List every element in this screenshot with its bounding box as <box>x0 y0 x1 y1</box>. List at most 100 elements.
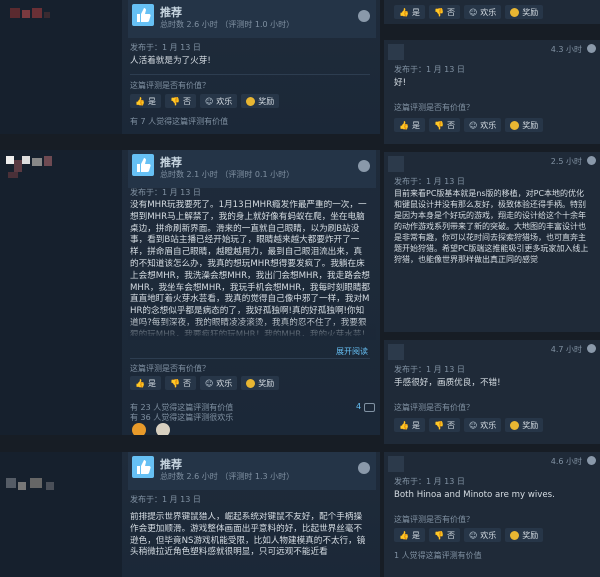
comment-count[interactable]: 4 <box>356 402 361 411</box>
vote-no-button[interactable]: 👎 否 <box>164 94 196 108</box>
review-card: 推荐 总时数 2.6 小时 （评测时 1.0 小时） 发布于：1 月 13 日 … <box>0 0 380 134</box>
left-column: 推荐 总时数 2.6 小时 （评测时 1.0 小时） 发布于：1 月 13 日 … <box>0 0 380 577</box>
award-button[interactable]: 奖励 <box>241 376 280 390</box>
smile-icon: ☺ <box>468 120 478 130</box>
vote-no-button[interactable]: 👎 否 <box>428 528 460 542</box>
playtime: 总时数 2.6 小时 （评测时 1.3 小时） <box>160 472 295 481</box>
expand-link[interactable]: 展开阅读 <box>336 346 368 357</box>
review-card-compact: 👍 是 👎 否 ☺ 欢乐 奖励 <box>384 0 600 24</box>
thumbs-down-icon: 👎 <box>433 420 444 430</box>
recommendation-label: 推荐 <box>160 458 182 471</box>
thumbs-down-icon: 👎 <box>433 120 444 130</box>
vote-yes-button[interactable]: 👍 是 <box>394 418 425 432</box>
award-icon <box>246 96 256 106</box>
reviewer-panel[interactable] <box>0 452 122 577</box>
smile-icon: ☺ <box>468 530 478 540</box>
playtime: 总时数 2.6 小时 （评测时 1.0 小时） <box>160 20 295 29</box>
vote-funny-button[interactable]: ☺ 欢乐 <box>199 376 238 390</box>
helpful-question: 这篇评测是否有价值？ <box>394 403 474 412</box>
divider <box>130 74 370 75</box>
steam-icon <box>587 44 596 53</box>
recommendation-header[interactable]: 推荐 总时数 2.6 小时 （评测时 1.0 小时） <box>128 0 376 38</box>
award-button[interactable]: 奖励 <box>505 118 544 132</box>
avatar[interactable] <box>388 44 404 60</box>
award-icon <box>246 378 256 388</box>
review-text: 好! <box>394 78 407 88</box>
review-text: 目前来看PC版基本就是ns版的移植，对PC本地的优化和键鼠设计并没有那么友好，极… <box>394 189 589 264</box>
award-button[interactable]: 奖励 <box>505 418 544 432</box>
right-column: 👍 是 👎 否 ☺ 欢乐 奖励 4.3 小时 发布于：1 月 13 日 好! 这篇评测… <box>384 0 600 577</box>
thumbs-up-icon <box>132 456 154 478</box>
review-text: 没有MHR玩我要死了。1月13日MHR瘾发作最严重的一次，一想到MHR马上解禁了… <box>130 200 370 336</box>
recommendation-header[interactable]: 推荐 总时数 2.6 小时 （评测时 1.3 小时） <box>128 452 376 490</box>
steam-icon <box>358 462 370 474</box>
thumbs-up-icon <box>132 154 154 176</box>
playtime: 总时数 2.1 小时 （评测时 0.1 小时） <box>160 170 295 179</box>
recommendation-header[interactable]: 推荐 总时数 2.1 小时 （评测时 0.1 小时） <box>128 150 376 188</box>
helpful-count: 有 7 人觉得这篇评测有价值 <box>130 117 229 126</box>
award-icon <box>510 7 520 17</box>
smile-icon: ☺ <box>204 378 214 388</box>
award-button[interactable]: 奖励 <box>505 5 544 19</box>
thumbs-up-icon: 👍 <box>399 420 409 430</box>
playtime: 2.5 小时 <box>550 157 582 166</box>
vote-funny-button[interactable]: ☺ 欢乐 <box>463 528 502 542</box>
vote-buttons: 👍 是 👎 否 ☺ 欢乐 奖励 <box>130 94 280 108</box>
text-fade <box>128 318 376 340</box>
vote-yes-button[interactable]: 👍 是 <box>130 376 161 390</box>
steam-icon <box>587 456 596 465</box>
posted-date: 发布于：1 月 13 日 <box>130 188 201 197</box>
avatar[interactable] <box>388 344 404 360</box>
posted-date: 发布于：1 月 13 日 <box>394 477 465 486</box>
vote-buttons: 👍 是 👎 否 ☺ 欢乐 奖励 <box>394 118 544 132</box>
award-emoji-icon <box>156 423 170 435</box>
vote-yes-button[interactable]: 👍 是 <box>130 94 161 108</box>
award-emoji-icon <box>132 423 146 435</box>
vote-yes-button[interactable]: 👍 是 <box>394 5 425 19</box>
steam-icon <box>358 160 370 172</box>
award-button[interactable]: 奖励 <box>241 94 280 108</box>
award-button[interactable]: 奖励 <box>505 528 544 542</box>
helpful-question: 这篇评测是否有价值？ <box>130 81 210 90</box>
smile-icon: ☺ <box>468 7 478 17</box>
thumbs-down-icon: 👎 <box>433 530 444 540</box>
comment-icon[interactable] <box>364 403 375 412</box>
posted-date: 发布于：1 月 13 日 <box>394 65 465 74</box>
review-text: 人活着就是为了火芽! <box>130 56 211 66</box>
vote-no-button[interactable]: 👎 否 <box>428 118 460 132</box>
reviewer-panel[interactable] <box>0 150 122 435</box>
avatar[interactable] <box>388 456 404 472</box>
vote-funny-button[interactable]: ☺ 欢乐 <box>199 94 238 108</box>
recommendation-label: 推荐 <box>160 6 182 19</box>
review-text: 前排提示世界键鼠猎人，崛起系统对键鼠不友好，配个手柄操作会更加顺滑。游戏整体画面… <box>130 512 366 558</box>
thumbs-down-icon: 👎 <box>169 378 180 388</box>
posted-date: 发布于：1 月 13 日 <box>130 43 201 52</box>
reviewer-panel[interactable] <box>0 0 122 134</box>
review-card: 推荐 总时数 2.1 小时 （评测时 0.1 小时） 发布于：1 月 13 日 … <box>0 150 380 435</box>
helpful-question: 这篇评测是否有价值？ <box>130 364 210 373</box>
thumbs-up-icon: 👍 <box>399 120 409 130</box>
avatar[interactable] <box>388 156 404 172</box>
thumbs-up-icon: 👍 <box>135 96 145 106</box>
thumbs-up-icon: 👍 <box>399 7 409 17</box>
vote-buttons: 👍 是 👎 否 ☺ 欢乐 奖励 <box>394 528 544 542</box>
vote-no-button[interactable]: 👎 否 <box>428 5 460 19</box>
vote-funny-button[interactable]: ☺ 欢乐 <box>463 118 502 132</box>
review-text: 手感很好，画质优良，不错! <box>394 378 501 388</box>
vote-no-button[interactable]: 👎 否 <box>164 376 196 390</box>
helpful-question: 这篇评测是否有价值？ <box>394 103 474 112</box>
vote-yes-button[interactable]: 👍 是 <box>394 528 425 542</box>
thumbs-down-icon: 👎 <box>433 7 444 17</box>
vote-no-button[interactable]: 👎 否 <box>428 418 460 432</box>
helpful-count: 1 人觉得这篇评测有价值 <box>394 551 482 560</box>
review-card-compact: 4.3 小时 发布于：1 月 13 日 好! 这篇评测是否有价值？ 👍 是 👎 否 … <box>384 40 600 144</box>
vote-funny-button[interactable]: ☺ 欢乐 <box>463 5 502 19</box>
funny-count: 有 36 人觉得这篇评测很欢乐 <box>130 413 234 422</box>
review-card-compact: 4.6 小时 发布于：1 月 13 日 Both Hinoa and Minot… <box>384 452 600 577</box>
vote-buttons: 👍 是 👎 否 ☺ 欢乐 奖励 <box>394 5 544 19</box>
vote-funny-button[interactable]: ☺ 欢乐 <box>463 418 502 432</box>
vote-yes-button[interactable]: 👍 是 <box>394 118 425 132</box>
vote-buttons: 👍 是 👎 否 ☺ 欢乐 奖励 <box>394 418 544 432</box>
vote-buttons: 👍 是 👎 否 ☺ 欢乐 奖励 <box>130 376 280 390</box>
posted-date: 发布于：1 月 13 日 <box>130 495 201 504</box>
